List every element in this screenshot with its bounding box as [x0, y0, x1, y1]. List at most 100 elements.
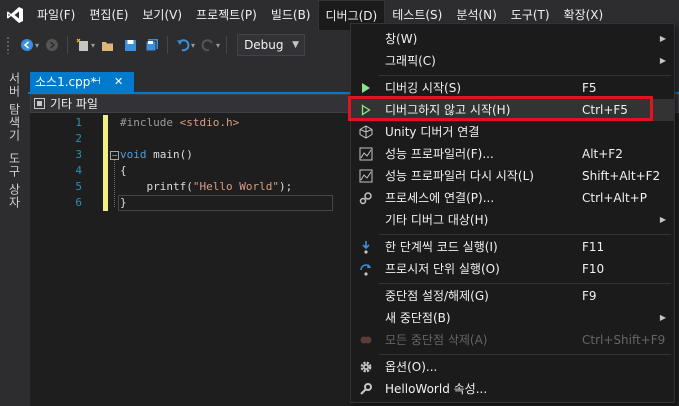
menu-file[interactable]: 파일(F)	[30, 0, 82, 30]
submenu-arrow-icon: ▶	[659, 215, 666, 224]
menu-item-label: 옵션(O)...	[385, 360, 438, 374]
menu-item-options[interactable]: 옵션(O)...	[351, 356, 674, 378]
submenu-arrow-icon: ▶	[659, 56, 666, 65]
change-indicator	[103, 179, 108, 195]
step-into-icon	[358, 239, 374, 255]
menu-item-shortcut: Ctrl+Shift+F9	[582, 333, 666, 347]
current-line-highlight	[118, 195, 333, 211]
forward-icon[interactable]	[41, 34, 63, 56]
code-text: void main()	[120, 148, 193, 161]
line-number: 2	[75, 132, 82, 145]
menu-item-other-debug-targets[interactable]: 기타 디버그 대상(H) ▶	[351, 209, 674, 231]
code-text: printf("Hello World");	[120, 180, 293, 193]
menu-edit[interactable]: 편집(E)	[82, 0, 135, 30]
menu-item-new-breakpoint[interactable]: 새 중단점(B) ▶	[351, 307, 674, 329]
menu-item-attach-to-process[interactable]: 프로세스에 연결(P)... Ctrl+Alt+P	[351, 187, 674, 209]
menu-item-shortcut: F9	[582, 289, 597, 303]
menu-item-shortcut: F11	[582, 240, 605, 254]
menu-item-graphics[interactable]: 그래픽(C) ▶	[351, 50, 674, 72]
change-indicator	[103, 147, 108, 163]
line-number: 1	[75, 116, 82, 129]
menu-item-performance-profiler[interactable]: 성능 프로파일러(F)... Alt+F2	[351, 143, 674, 165]
back-dropdown-icon[interactable]: ▾	[35, 41, 39, 50]
menu-item-delete-all-breakpoints: 모든 중단점 삭제(A) Ctrl+Shift+F9	[351, 329, 674, 351]
performance-profiler-icon	[358, 146, 374, 162]
code-text: {	[120, 164, 127, 177]
menu-item-toggle-breakpoint[interactable]: 중단점 설정/해제(G) F9	[351, 285, 674, 307]
change-indicator	[103, 163, 108, 179]
attach-process-icon	[358, 190, 374, 206]
menu-item-label: Unity 디버거 연결	[385, 125, 480, 139]
step-over-icon	[358, 261, 374, 277]
change-indicator	[103, 115, 108, 131]
menu-item-label: 프로세스에 연결(P)...	[385, 191, 495, 205]
toolbar-grip[interactable]	[6, 36, 10, 54]
menu-item-shortcut: F10	[582, 262, 605, 276]
pin-icon[interactable]: ⊣	[92, 72, 101, 92]
menu-item-label: 기타 디버그 대상(H)	[385, 213, 489, 227]
menu-separator	[379, 354, 671, 355]
menu-view[interactable]: 보기(V)	[135, 0, 189, 30]
menu-separator	[379, 283, 671, 284]
menu-separator	[379, 234, 671, 235]
toolbar-separator	[226, 36, 228, 54]
collapse-icon[interactable]: −	[110, 151, 119, 160]
menu-project[interactable]: 프로젝트(P)	[189, 0, 264, 30]
code-text: }	[120, 196, 127, 209]
menu-item-attach-unity-debugger[interactable]: Unity 디버거 연결	[351, 121, 674, 143]
menu-item-label: 중단점 설정/해제(G)	[385, 289, 489, 303]
project-scope-dropdown[interactable]: 기타 파일	[50, 95, 98, 112]
line-number: 4	[75, 164, 82, 177]
redo-dropdown-icon[interactable]: ▾	[216, 41, 220, 50]
server-explorer-tab[interactable]: 서버 탐색기	[6, 72, 23, 142]
configuration-value: Debug	[244, 38, 284, 52]
menu-item-shortcut: Ctrl+Alt+P	[582, 191, 647, 205]
left-tool-strip: 서버 탐색기 도구 상자	[0, 60, 28, 406]
submenu-arrow-icon: ▶	[659, 313, 666, 322]
line-number: 5	[75, 180, 82, 193]
change-indicator	[103, 131, 108, 147]
menu-item-label: 새 중단점(B)	[385, 311, 451, 325]
delete-breakpoints-icon	[358, 332, 374, 348]
menu-item-project-properties[interactable]: HelloWorld 속성...	[351, 378, 674, 400]
debug-menu-dropdown: 창(W) ▶ 그래픽(C) ▶ 디버깅 시작(S) F5 디버그하지 않고 시작…	[350, 23, 675, 403]
menu-separator	[379, 75, 671, 76]
menu-item-label: 창(W)	[385, 32, 418, 46]
menu-item-label: 한 단계씩 코드 실행(I)	[385, 240, 498, 254]
menu-item-shortcut: Alt+F2	[582, 147, 623, 161]
menu-item-shortcut: Shift+Alt+F2	[582, 169, 661, 183]
menu-item-relaunch-profiler[interactable]: 성능 프로파일러 다시 시작(L) Shift+Alt+F2	[351, 165, 674, 187]
menu-item-step-into[interactable]: 한 단계씩 코드 실행(I) F11	[351, 236, 674, 258]
menu-item-windows[interactable]: 창(W) ▶	[351, 28, 674, 50]
start-debugging-icon	[358, 80, 374, 96]
menu-item-step-over[interactable]: 프로시저 단위 실행(O) F10	[351, 258, 674, 280]
menu-item-label: 성능 프로파일러 다시 시작(L)	[385, 169, 534, 183]
visual-studio-logo-icon[interactable]	[0, 0, 30, 30]
line-number: 3	[75, 148, 82, 161]
miscellaneous-files-icon	[34, 98, 45, 109]
document-tab-title: 소스1.cpp*	[35, 75, 97, 89]
close-icon[interactable]: ✕	[114, 72, 123, 92]
save-icon[interactable]	[119, 34, 141, 56]
toolbox-tab[interactable]: 도구 상자	[6, 152, 23, 209]
unity-icon	[358, 124, 374, 140]
menu-item-label: HelloWorld 속성...	[385, 382, 488, 396]
undo-dropdown-icon[interactable]: ▾	[191, 41, 195, 50]
code-text: #include <stdio.h>	[120, 116, 240, 129]
wrench-icon	[358, 381, 374, 397]
relaunch-profiler-icon	[358, 168, 374, 184]
chevron-down-icon: ▼	[292, 40, 300, 50]
open-icon[interactable]	[97, 34, 119, 56]
document-tab[interactable]: 소스1.cpp* ⊣ ✕	[30, 72, 134, 92]
toolbar-separator	[67, 36, 69, 54]
menu-item-label: 성능 프로파일러(F)...	[385, 147, 494, 161]
highlight-box	[348, 96, 653, 121]
save-all-icon[interactable]	[141, 34, 163, 56]
menu-build[interactable]: 빌드(B)	[264, 0, 318, 30]
line-number: 6	[75, 196, 82, 209]
new-dropdown-icon[interactable]: ▾	[91, 41, 95, 50]
menu-item-label: 그래픽(C)	[385, 54, 436, 68]
gear-icon	[358, 359, 374, 375]
solution-configuration-select[interactable]: Debug ▼	[237, 34, 306, 56]
toolbar-separator	[167, 36, 169, 54]
